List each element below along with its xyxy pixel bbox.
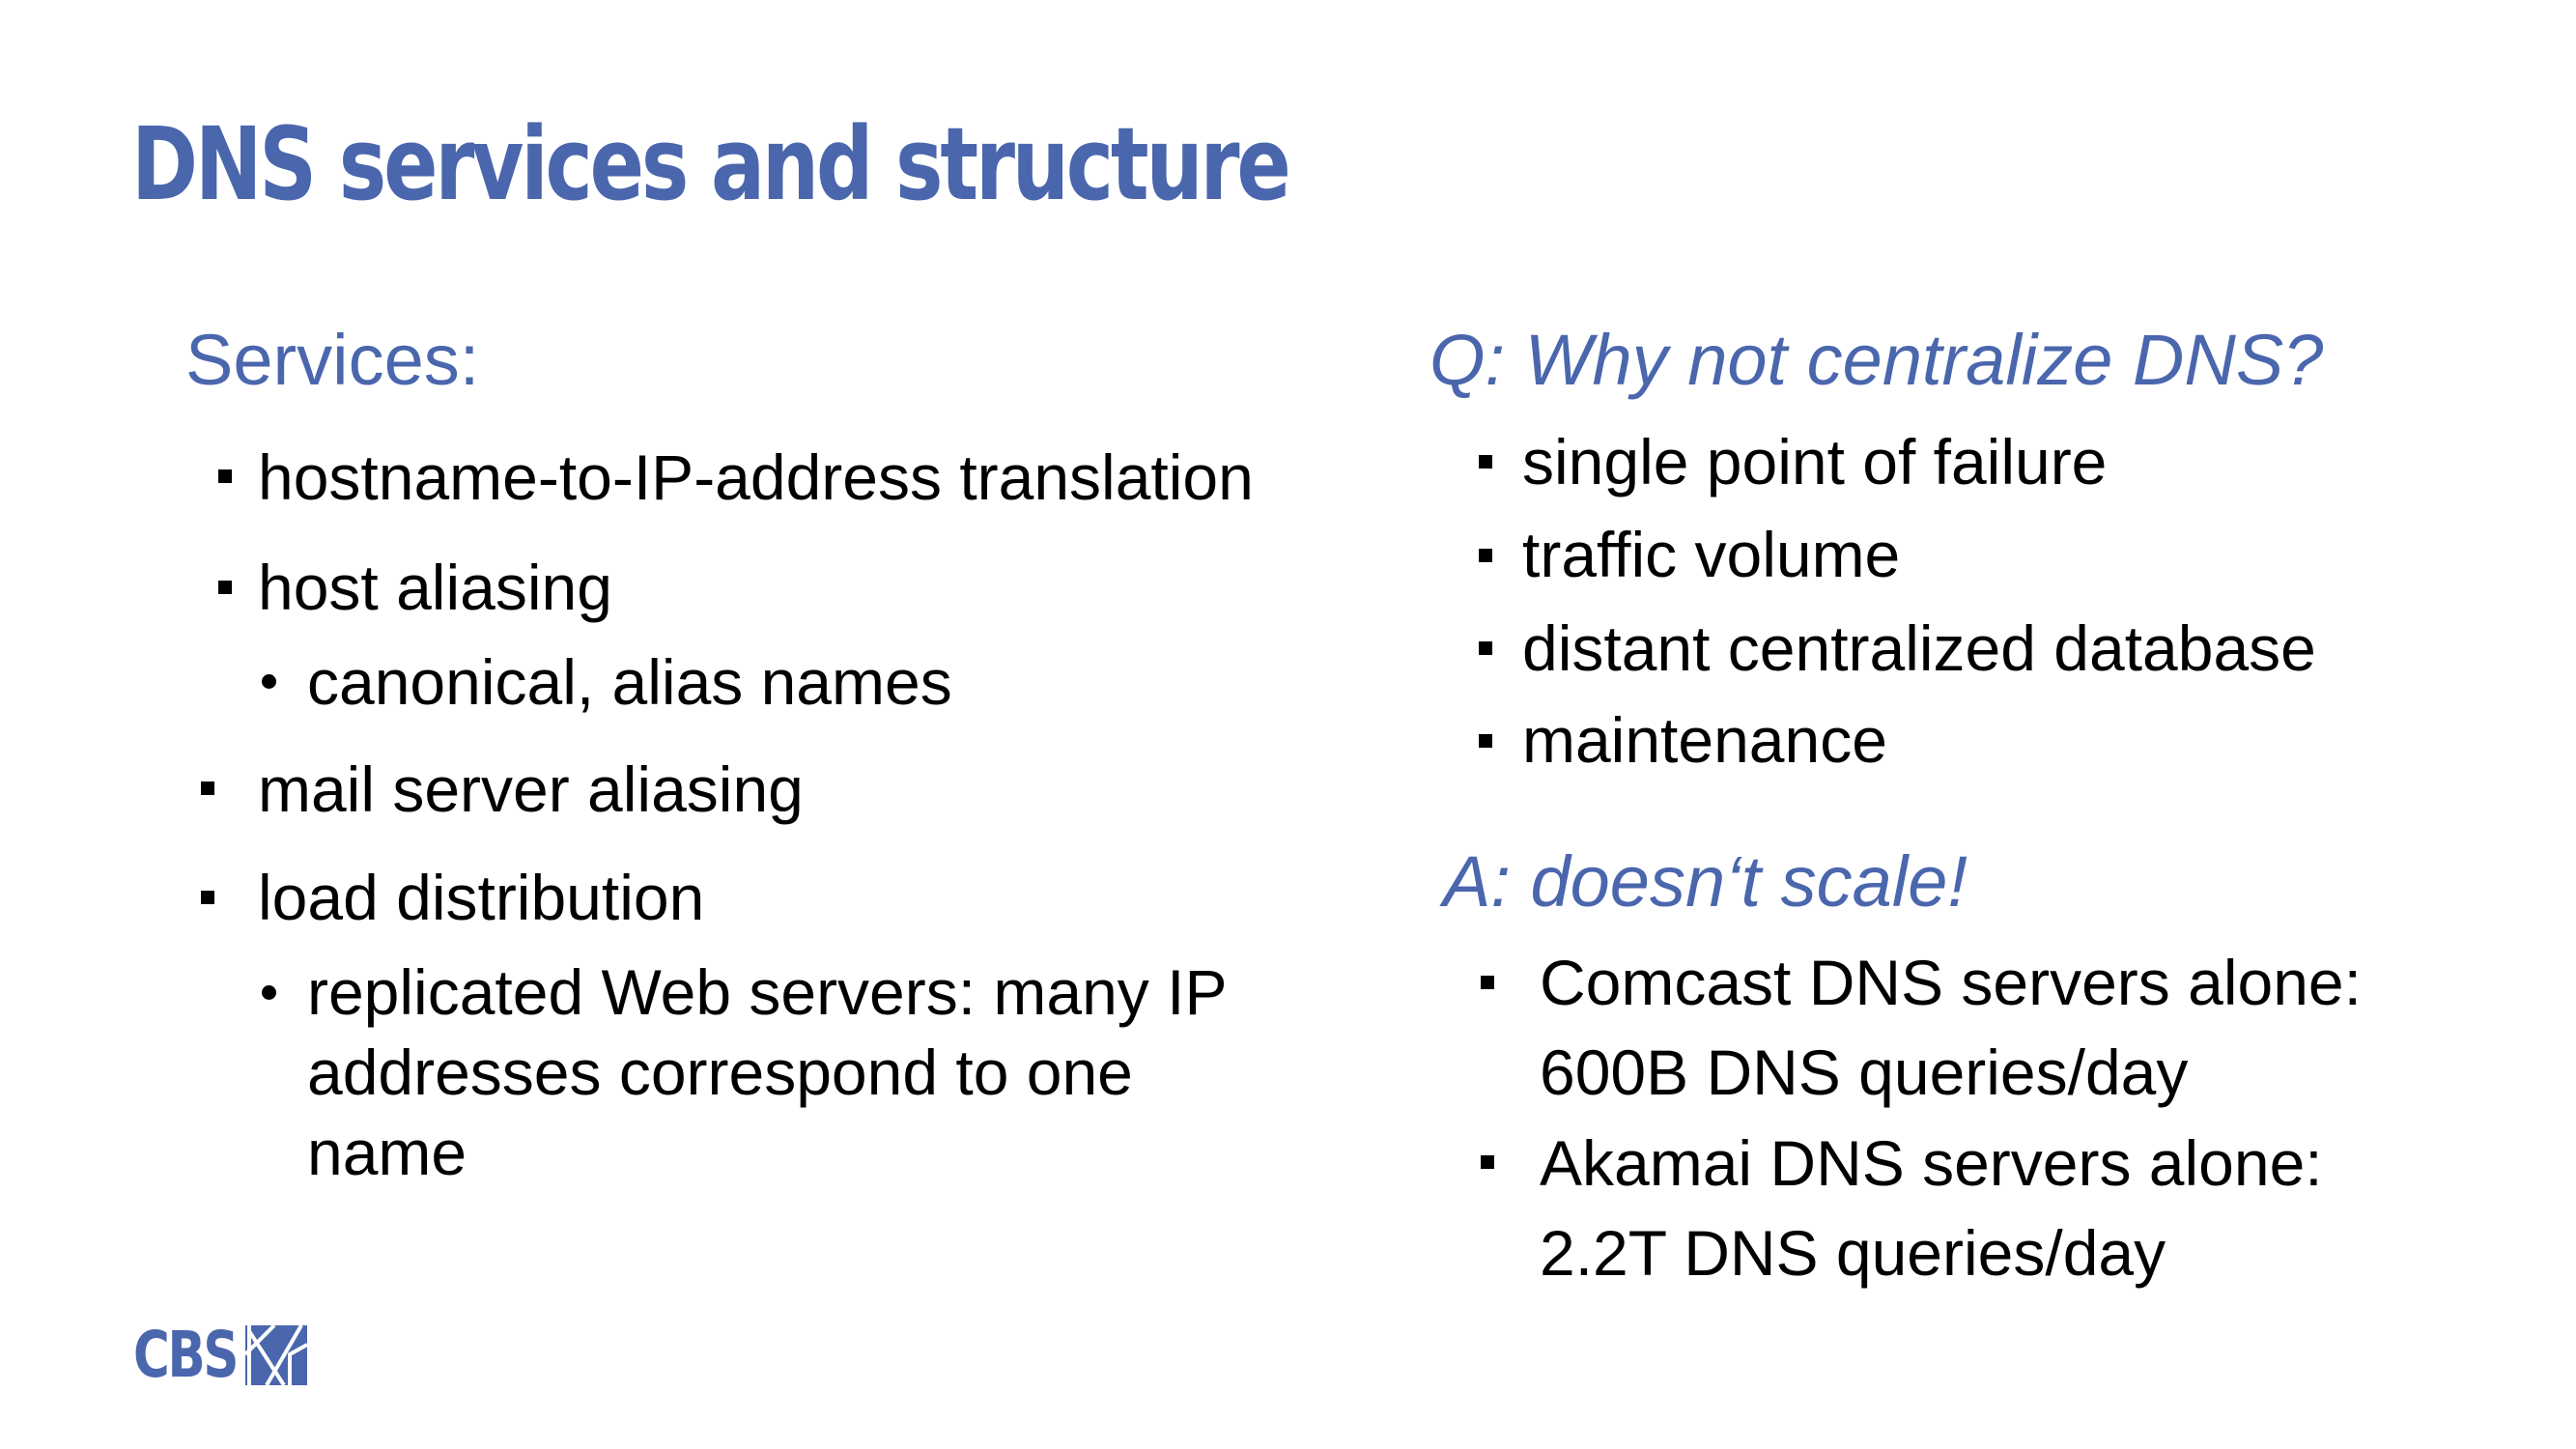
logo-text: CBS (133, 1318, 239, 1392)
bullet-square (1481, 1155, 1494, 1169)
service-item-translation: hostname-to-IP-address translation (258, 441, 1254, 513)
reason-item-maintenance: maintenance (1522, 704, 1887, 776)
reason-item-traffic: traffic volume (1522, 519, 1901, 590)
fact-akamai-line-2: 2.2T DNS queries/day (1540, 1217, 2166, 1289)
service-item-mail-aliasing: mail server aliasing (258, 753, 804, 825)
bullet-square (1479, 455, 1492, 469)
bullet-square (1479, 641, 1492, 655)
bullet-square (218, 469, 232, 483)
bullet-square (201, 781, 214, 795)
fact-akamai-line-1: Akamai DNS servers alone: (1540, 1127, 2323, 1199)
cbs-logo-icon (245, 1325, 307, 1385)
cbs-logo: CBS (133, 1323, 307, 1387)
question-heading: Q: Why not centralize DNS? (1430, 320, 2324, 400)
sub-item-replicated-line-2: addresses correspond to one (307, 1037, 1133, 1108)
sub-item-replicated-line-3: name (307, 1117, 467, 1188)
answer-heading: A: doesn‘t scale! (1443, 841, 1967, 922)
service-item-host-aliasing: host aliasing (258, 552, 612, 623)
bullet-square (1479, 734, 1492, 748)
bullet-square (1479, 549, 1492, 562)
bullet-dot (262, 985, 276, 1000)
service-item-load-distribution: load distribution (258, 862, 705, 933)
bullet-dot (262, 674, 276, 689)
bullet-square (218, 581, 232, 594)
fact-comcast-line-1: Comcast DNS servers alone: (1540, 947, 2362, 1018)
sub-item-canonical: canonical, alias names (307, 646, 952, 718)
fact-comcast-line-2: 600B DNS queries/day (1540, 1037, 2189, 1108)
slide-title: DNS services and structure (131, 105, 1291, 223)
services-heading: Services: (185, 320, 480, 400)
sub-item-replicated-line-1: replicated Web servers: many IP (307, 956, 1228, 1028)
bullet-square (201, 891, 214, 904)
reason-item-single-point: single point of failure (1522, 426, 2108, 497)
bullet-square (1481, 976, 1494, 989)
reason-item-distant-db: distant centralized database (1522, 612, 2316, 684)
